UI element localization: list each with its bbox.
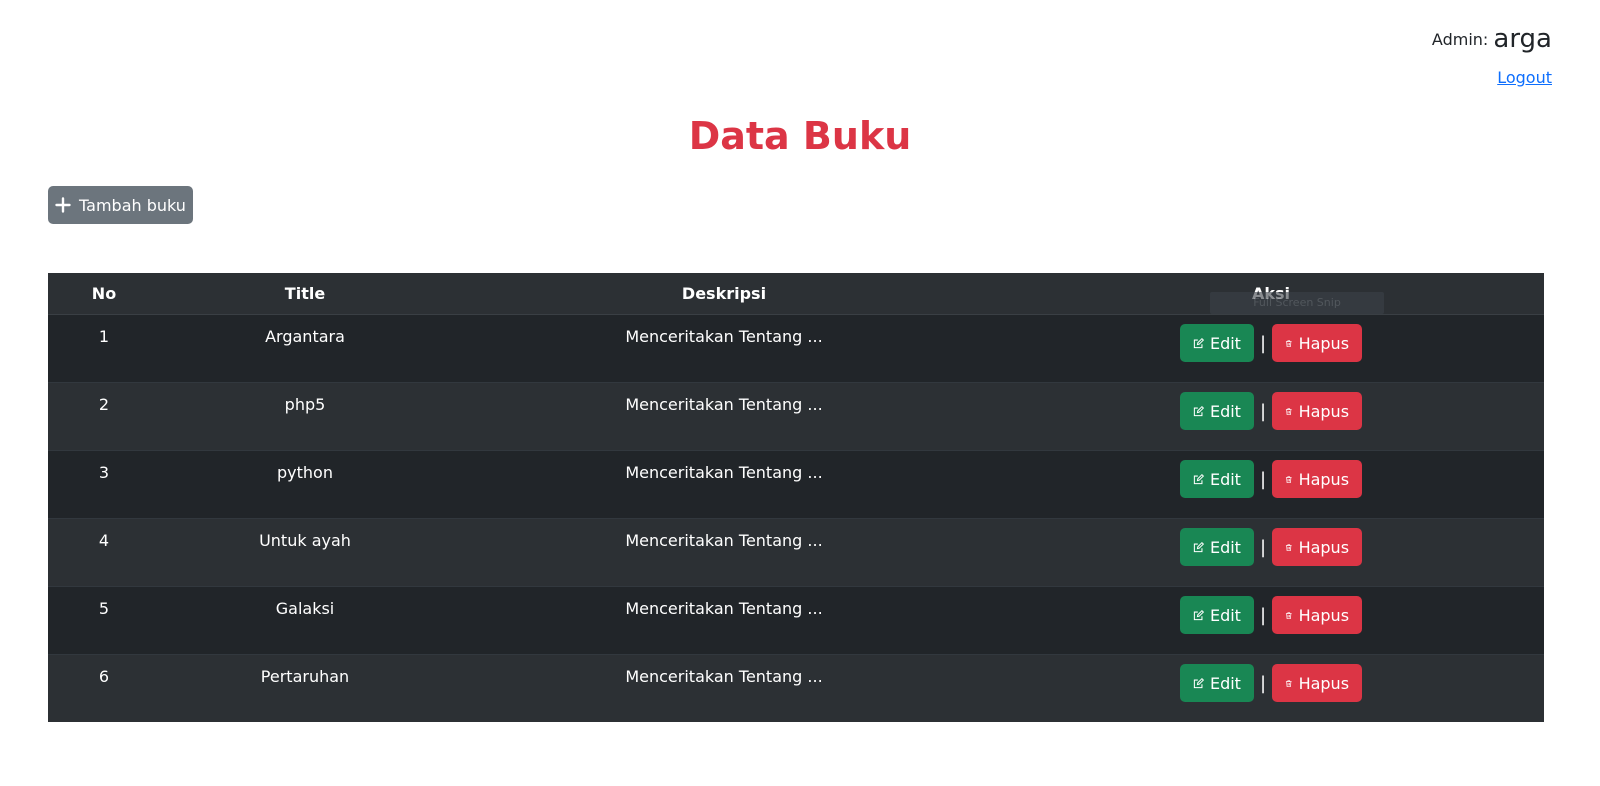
trash-icon [1285, 543, 1292, 551]
edit-button[interactable]: Edit [1179, 528, 1254, 566]
row-actions: Edit | Hapus [1179, 596, 1363, 634]
column-header-no: No [48, 273, 160, 315]
cell-actions: Edit | Hapus [998, 654, 1544, 722]
cell-no: 5 [48, 586, 160, 655]
cell-title: php5 [160, 382, 450, 451]
cell-title: Argantara [160, 314, 450, 383]
delete-label: Hapus [1298, 469, 1350, 489]
edit-button[interactable]: Edit [1179, 596, 1254, 634]
table-row: 2 php5 Menceritakan Tentang ... Edit | H… [48, 382, 1544, 451]
cell-no: 1 [48, 314, 160, 383]
delete-label: Hapus [1298, 537, 1350, 557]
column-header-deskripsi: Deskripsi [450, 273, 998, 315]
edit-icon [1193, 405, 1204, 416]
table-row: 6 Pertaruhan Menceritakan Tentang ... Ed… [48, 654, 1544, 722]
edit-label: Edit [1209, 333, 1241, 353]
edit-button[interactable]: Edit [1179, 392, 1254, 430]
trash-icon [1285, 475, 1292, 483]
edit-label: Edit [1209, 469, 1241, 489]
cell-description: Menceritakan Tentang ... [450, 518, 998, 587]
cell-title: Pertaruhan [160, 654, 450, 722]
delete-button[interactable]: Hapus [1272, 528, 1363, 566]
table-row: 1 Argantara Menceritakan Tentang ... Edi… [48, 314, 1544, 383]
page-title: Data Buku [688, 114, 912, 158]
edit-button[interactable]: Edit [1179, 460, 1254, 498]
cell-description: Menceritakan Tentang ... [450, 654, 998, 722]
edit-label: Edit [1209, 537, 1241, 557]
cell-actions: Edit | Hapus [998, 586, 1544, 655]
cell-actions: Edit | Hapus [998, 314, 1544, 383]
edit-label: Edit [1209, 605, 1241, 625]
cell-no: 2 [48, 382, 160, 451]
row-actions: Edit | Hapus [1179, 392, 1363, 430]
edit-icon [1193, 541, 1204, 552]
row-actions: Edit | Hapus [1179, 664, 1363, 702]
action-separator: | [1259, 672, 1267, 694]
edit-icon [1193, 473, 1204, 484]
cell-description: Menceritakan Tentang ... [450, 586, 998, 655]
snip-overlay-hint: Full Screen Snip [1210, 292, 1384, 314]
cell-title: Galaksi [160, 586, 450, 655]
admin-label: Admin: [1431, 30, 1489, 49]
delete-button[interactable]: Hapus [1272, 596, 1363, 634]
cell-actions: Edit | Hapus [998, 450, 1544, 519]
cell-actions: Edit | Hapus [998, 518, 1544, 587]
table-body: 1 Argantara Menceritakan Tentang ... Edi… [48, 314, 1544, 722]
cell-actions: Edit | Hapus [998, 382, 1544, 451]
action-separator: | [1259, 468, 1267, 490]
action-separator: | [1259, 536, 1267, 558]
edit-label: Edit [1209, 673, 1241, 693]
books-table-wrapper: No Title Deskripsi Aksi 1 Argantara Menc… [48, 273, 1544, 722]
trash-icon [1285, 407, 1292, 415]
delete-button[interactable]: Hapus [1272, 664, 1363, 702]
cell-no: 3 [48, 450, 160, 519]
edit-label: Edit [1209, 401, 1241, 421]
trash-icon [1285, 679, 1292, 687]
delete-label: Hapus [1298, 401, 1350, 421]
add-book-label: Tambah buku [79, 195, 186, 215]
row-actions: Edit | Hapus [1179, 324, 1363, 362]
cell-description: Menceritakan Tentang ... [450, 382, 998, 451]
admin-info: Admin: arga Logout [1432, 24, 1552, 87]
row-actions: Edit | Hapus [1179, 460, 1363, 498]
cell-description: Menceritakan Tentang ... [450, 450, 998, 519]
trash-icon [1285, 611, 1292, 619]
books-table: No Title Deskripsi Aksi 1 Argantara Menc… [48, 273, 1544, 722]
admin-line: Admin: arga [1432, 24, 1552, 54]
edit-button[interactable]: Edit [1179, 324, 1254, 362]
add-book-button[interactable]: Tambah buku [48, 186, 193, 224]
delete-button[interactable]: Hapus [1272, 460, 1363, 498]
delete-label: Hapus [1298, 605, 1350, 625]
edit-button[interactable]: Edit [1179, 664, 1254, 702]
delete-button[interactable]: Hapus [1272, 324, 1363, 362]
edit-icon [1193, 609, 1204, 620]
table-row: 5 Galaksi Menceritakan Tentang ... Edit … [48, 586, 1544, 655]
cell-title: Untuk ayah [160, 518, 450, 587]
action-separator: | [1259, 400, 1267, 422]
delete-label: Hapus [1298, 673, 1350, 693]
action-separator: | [1259, 604, 1267, 626]
action-separator: | [1259, 332, 1267, 354]
table-row: 3 python Menceritakan Tentang ... Edit |… [48, 450, 1544, 519]
plus-icon [55, 197, 71, 213]
edit-icon [1193, 337, 1204, 348]
delete-label: Hapus [1298, 333, 1350, 353]
column-header-title: Title [160, 273, 450, 315]
cell-no: 6 [48, 654, 160, 722]
admin-name: arga [1493, 24, 1552, 54]
edit-icon [1193, 677, 1204, 688]
row-actions: Edit | Hapus [1179, 528, 1363, 566]
trash-icon [1285, 339, 1292, 347]
logout-link[interactable]: Logout [1497, 68, 1552, 87]
cell-description: Menceritakan Tentang ... [450, 314, 998, 383]
cell-title: python [160, 450, 450, 519]
cell-no: 4 [48, 518, 160, 587]
delete-button[interactable]: Hapus [1272, 392, 1363, 430]
table-row: 4 Untuk ayah Menceritakan Tentang ... Ed… [48, 518, 1544, 587]
